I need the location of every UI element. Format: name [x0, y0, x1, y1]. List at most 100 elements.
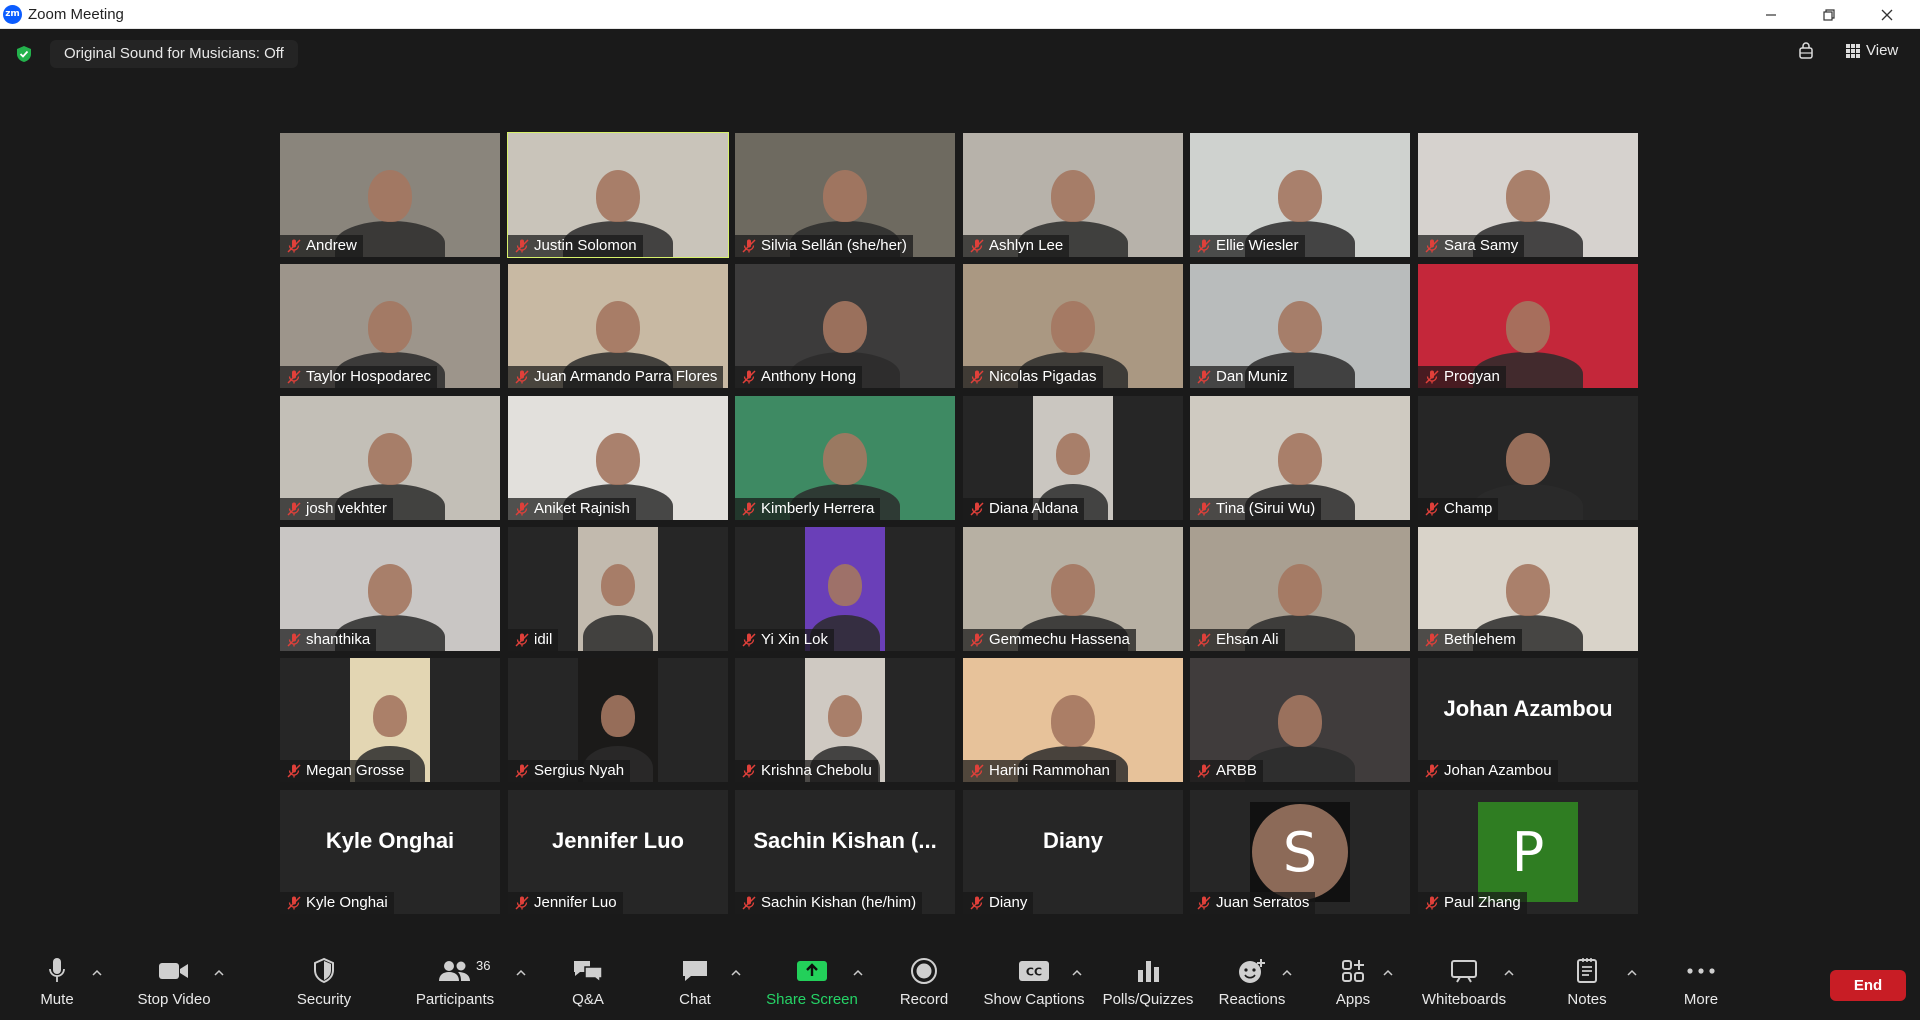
polls-quizzes-button[interactable]: Polls/Quizzes: [1103, 954, 1193, 1014]
participant-tile[interactable]: Diany Diany: [963, 790, 1183, 914]
stop-video-button[interactable]: Stop Video: [136, 954, 212, 1014]
participant-tile[interactable]: Champ: [1418, 396, 1638, 520]
participant-name-tag: Diana Aldana: [963, 498, 1085, 520]
participant-tile[interactable]: Gemmechu Hassena: [963, 527, 1183, 651]
participant-tile[interactable]: josh vekhter: [280, 396, 500, 520]
participant-name-tag: Tina (Sirui Wu): [1190, 498, 1322, 520]
participant-name-tag: Megan Grosse: [280, 760, 411, 782]
participant-tile[interactable]: Aniket Rajnish: [508, 396, 728, 520]
original-sound-toggle[interactable]: Original Sound for Musicians: Off: [50, 40, 298, 68]
reactions-options-chevron-icon[interactable]: [1280, 966, 1294, 980]
participant-name-tag: Johan Azambou: [1418, 760, 1558, 782]
participant-tile[interactable]: Tina (Sirui Wu): [1190, 396, 1410, 520]
participant-tile[interactable]: Diana Aldana: [963, 396, 1183, 520]
participant-tile[interactable]: ARBB: [1190, 658, 1410, 782]
participant-tile[interactable]: Kyle Onghai Kyle Onghai: [280, 790, 500, 914]
participants-options-chevron-icon[interactable]: [514, 966, 528, 980]
participant-name-tag: Ashlyn Lee: [963, 235, 1070, 257]
participant-tile[interactable]: Krishna Chebolu: [735, 658, 955, 782]
muted-microphone-icon: [1425, 633, 1439, 647]
participant-tile[interactable]: Sergius Nyah: [508, 658, 728, 782]
participant-tile[interactable]: Silvia Sellán (she/her): [735, 133, 955, 257]
participant-tile[interactable]: Johan Azambou Johan Azambou: [1418, 658, 1638, 782]
minimize-button[interactable]: [1742, 0, 1800, 29]
whiteboards-options-chevron-icon[interactable]: [1502, 966, 1516, 980]
notes-label: Notes: [1567, 991, 1607, 1008]
share-screen-button[interactable]: Share Screen: [766, 954, 858, 1014]
apps-button[interactable]: Apps: [1334, 954, 1372, 1014]
muted-microphone-icon: [742, 896, 756, 910]
polls-quizzes-label: Polls/Quizzes: [1102, 991, 1194, 1008]
participant-tile[interactable]: Kimberly Herrera: [735, 396, 955, 520]
muted-microphone-icon: [287, 764, 301, 778]
record-button[interactable]: Record: [898, 954, 950, 1014]
participant-tile[interactable]: Sachin Kishan (... Sachin Kishan (he/him): [735, 790, 955, 914]
restore-icon: [1823, 8, 1835, 21]
muted-microphone-icon: [287, 633, 301, 647]
participant-tile[interactable]: P Paul Zhang: [1418, 790, 1638, 914]
security-button[interactable]: Security: [296, 954, 352, 1014]
participant-name-tag: Sara Samy: [1418, 235, 1525, 257]
encryption-shield-icon[interactable]: [15, 45, 33, 63]
participant-tile[interactable]: Yi Xin Lok: [735, 527, 955, 651]
participant-name: Justin Solomon: [534, 237, 637, 254]
participant-tile[interactable]: Sara Samy: [1418, 133, 1638, 257]
audio-options-chevron-icon[interactable]: [90, 966, 104, 980]
participant-tile[interactable]: Anthony Hong: [735, 264, 955, 388]
participant-tile[interactable]: Dan Muniz: [1190, 264, 1410, 388]
participant-display-name: Johan Azambou: [1443, 696, 1613, 721]
meeting-toolbar: Mute Stop Video Security Participants 36…: [0, 950, 1920, 1020]
minimize-icon: [1766, 13, 1776, 16]
chat-button[interactable]: Chat: [675, 954, 715, 1014]
qa-button[interactable]: Q&A: [568, 954, 608, 1014]
participant-name-tag: Kyle Onghai: [280, 892, 394, 914]
participant-name-tag: Dan Muniz: [1190, 366, 1294, 388]
notes-button[interactable]: Notes: [1566, 954, 1608, 1014]
participant-tile[interactable]: Juan Armando Parra Flores: [508, 264, 728, 388]
chat-options-chevron-icon[interactable]: [729, 966, 743, 980]
muted-microphone-icon: [1197, 239, 1211, 253]
close-button[interactable]: [1858, 0, 1916, 29]
participant-name-tag: Krishna Chebolu: [735, 760, 878, 782]
participant-gallery: Andrew Justin Solomon Silvia Sellán (she/h…: [280, 132, 1640, 915]
participant-tile[interactable]: Nicolas Pigadas: [963, 264, 1183, 388]
whiteboards-button[interactable]: Whiteboards: [1420, 954, 1508, 1014]
participant-tile[interactable]: Ashlyn Lee: [963, 133, 1183, 257]
reactions-button[interactable]: Reactions: [1219, 954, 1285, 1014]
participants-label: Participants: [415, 991, 495, 1008]
share-options-chevron-icon[interactable]: [851, 966, 865, 980]
mute-button[interactable]: Mute: [37, 954, 77, 1014]
video-options-chevron-icon[interactable]: [212, 966, 226, 980]
participant-tile[interactable]: Jennifer Luo Jennifer Luo: [508, 790, 728, 914]
participant-tile[interactable]: idil: [508, 527, 728, 651]
notes-options-chevron-icon[interactable]: [1625, 966, 1639, 980]
restore-button[interactable]: [1800, 0, 1858, 29]
participant-tile[interactable]: S Juan Serratos: [1190, 790, 1410, 914]
apps-options-chevron-icon[interactable]: [1381, 966, 1395, 980]
participant-tile[interactable]: Taylor Hospodarec: [280, 264, 500, 388]
participant-tile[interactable]: Bethlehem: [1418, 527, 1638, 651]
immersive-view-button[interactable]: [1797, 42, 1815, 60]
participant-name: Champ: [1444, 500, 1493, 517]
participant-tile[interactable]: shanthika: [280, 527, 500, 651]
participant-tile[interactable]: Harini Rammohan: [963, 658, 1183, 782]
muted-microphone-icon: [1197, 502, 1211, 516]
participant-tile[interactable]: Andrew: [280, 133, 500, 257]
more-button[interactable]: More: [1680, 954, 1722, 1014]
participant-tile[interactable]: Ellie Wiesler: [1190, 133, 1410, 257]
end-meeting-button[interactable]: End: [1830, 970, 1906, 1001]
muted-microphone-icon: [742, 502, 756, 516]
muted-microphone-icon: [742, 633, 756, 647]
participant-tile[interactable]: Ehsan Ali: [1190, 527, 1410, 651]
participant-tile[interactable]: Megan Grosse: [280, 658, 500, 782]
participant-name: Paul Zhang: [1444, 894, 1521, 911]
show-captions-button[interactable]: CC Show Captions: [984, 954, 1084, 1014]
participant-name: ARBB: [1216, 762, 1257, 779]
view-button[interactable]: View: [1846, 42, 1898, 59]
participant-tile[interactable]: Justin Solomon: [507, 132, 729, 258]
window-titlebar: zm Zoom Meeting: [0, 0, 1920, 29]
more-dots-icon: [1687, 968, 1715, 974]
captions-options-chevron-icon[interactable]: [1070, 966, 1084, 980]
participant-tile[interactable]: Progyan: [1418, 264, 1638, 388]
muted-microphone-icon: [1197, 370, 1211, 384]
